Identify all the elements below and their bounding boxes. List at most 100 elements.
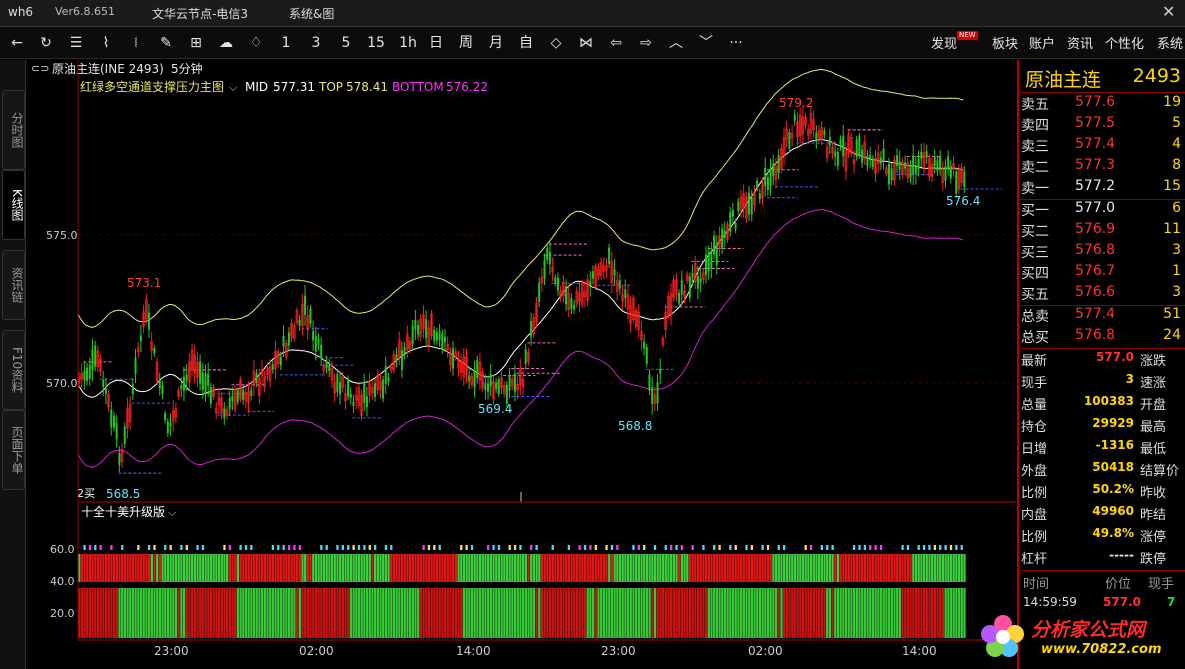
candle-body-down [917, 158, 920, 169]
draw-icon[interactable]: ✎ [156, 33, 176, 53]
main-indicator-name[interactable]: 红绿多空通道支撑压力主图 [80, 79, 224, 94]
sub-bar-upper [949, 554, 953, 582]
candle-body-down [963, 171, 966, 188]
sub-bar-upper [643, 554, 646, 582]
sub-bar-lower [433, 588, 436, 638]
period-15[interactable]: 15 [364, 33, 388, 53]
system-menu[interactable]: 系统&图 [289, 5, 334, 22]
ask-row-5[interactable]: 卖五 577.6 19 [1019, 94, 1185, 115]
candle-body-down [417, 325, 420, 335]
sub-bar-upper [524, 554, 527, 582]
sub-bar-lower [452, 588, 455, 638]
zoom-in-icon[interactable]: ◇ [546, 33, 566, 53]
sub-bar-upper [748, 554, 751, 582]
sub-bar-lower [360, 588, 363, 638]
menu-personalize[interactable]: 个性化 [1105, 33, 1144, 52]
bid-row-5[interactable]: 买五 576.6 3 [1019, 284, 1185, 305]
period-custom[interactable]: 自 [516, 33, 536, 53]
menu-news[interactable]: 资讯 [1067, 33, 1093, 52]
sub-indicator-dropdown-icon[interactable]: ⌵ [168, 506, 177, 519]
period-day[interactable]: 日 [426, 33, 446, 53]
sub-bar-lower [852, 588, 856, 638]
sub-bar-lower [180, 588, 183, 638]
stat-open-interest: 持仓 29929 最高 [1021, 416, 1167, 435]
sub-bar-lower [742, 588, 745, 638]
period-1h[interactable]: 1h [396, 33, 420, 53]
line-chart-icon[interactable]: ⌇ [96, 33, 116, 53]
bid-row-4[interactable]: 买四 576.7 1 [1019, 263, 1185, 284]
ask-row-4[interactable]: 卖四 577.5 5 [1019, 115, 1185, 136]
candle-body-down [777, 155, 780, 174]
more-icon[interactable]: ··· [726, 33, 746, 53]
chart-period[interactable]: 5分钟 [171, 61, 203, 76]
bid-row-3[interactable]: 买三 576.8 3 [1019, 242, 1185, 263]
sub-indicator-name[interactable]: 十全十美升级版 [81, 504, 165, 519]
menu-sector[interactable]: 板块 [992, 33, 1018, 52]
arrow-right-icon[interactable]: ⇨ [636, 33, 656, 53]
candle-body-down [339, 382, 342, 395]
menu-account[interactable]: 账户 [1029, 33, 1055, 52]
sub-bar-lower [704, 588, 708, 638]
menu-system[interactable]: 系统 [1157, 33, 1183, 52]
stat-outer-ratio: 比例 50.2% 昨收 [1021, 482, 1167, 501]
bid-row-1[interactable]: 买一 577.0 6 [1019, 200, 1185, 221]
bell-icon[interactable]: ♢ [246, 33, 266, 53]
grid-icon[interactable]: ⊞ [186, 33, 206, 53]
period-1[interactable]: 1 [276, 33, 296, 53]
period-week[interactable]: 周 [456, 33, 476, 53]
tab-timeshare[interactable]: 分时图 [2, 90, 25, 170]
sub-bar-lower [820, 588, 823, 638]
sub-bar-upper [863, 554, 867, 582]
candle-body-down [723, 230, 726, 238]
sub-bar-lower [80, 588, 83, 638]
sub-bar-upper [452, 554, 455, 582]
chart-link-icon: ⊂⊃ [31, 62, 49, 75]
close-icon[interactable]: ✕ [1162, 2, 1175, 21]
menu-discover[interactable]: 发现 NEW [931, 31, 978, 52]
sub-bar-lower [928, 588, 931, 638]
refresh-icon[interactable]: ↻ [36, 33, 56, 53]
period-month[interactable]: 月 [486, 33, 506, 53]
back-icon[interactable]: ← [8, 33, 26, 53]
arrow-left-icon[interactable]: ⇦ [606, 33, 626, 53]
sub-bar-upper [121, 554, 124, 582]
tab-news-chain[interactable]: 资讯链 [2, 250, 25, 320]
sub-bar-upper [363, 554, 366, 582]
candle-body-down [947, 156, 950, 170]
stat-inner: 内盘 49960 昨结 [1021, 504, 1167, 523]
period-5[interactable]: 5 [336, 33, 356, 53]
sub-bar-lower [269, 588, 272, 638]
signal-marker [390, 545, 393, 550]
sub-bar-upper [632, 554, 635, 582]
candle-body-down [395, 354, 398, 361]
indicator-dropdown-icon[interactable]: ⌵ [229, 81, 238, 94]
zoom-out-icon[interactable]: ⋈ [576, 33, 596, 53]
signal-marker [277, 545, 280, 550]
tab-order[interactable]: 页面下单 [2, 410, 25, 490]
candle-body-down [384, 366, 387, 384]
sub-bar-lower [600, 588, 603, 638]
arrow-down-icon[interactable]: ﹀ [696, 33, 716, 53]
sub-bar-upper [94, 554, 97, 582]
server-node[interactable]: 文华云节点-电信3 [152, 5, 248, 22]
tab-kline[interactable]: K线图 [2, 170, 25, 240]
sub-bar-upper [828, 554, 832, 582]
ask-row-3[interactable]: 卖三 577.4 4 [1019, 136, 1185, 157]
ask-row-2[interactable]: 卖二 577.3 8 [1019, 157, 1185, 178]
sub-bar-lower [917, 588, 920, 638]
arrow-up-icon[interactable]: ︿ [666, 33, 686, 53]
sub-bar-upper [723, 554, 727, 582]
period-3[interactable]: 3 [306, 33, 326, 53]
candle-body-down [231, 396, 234, 402]
bid-row-2[interactable]: 买二 576.9 11 [1019, 221, 1185, 242]
signal-marker [530, 545, 533, 550]
candle-body-down [696, 276, 699, 289]
kline-icon[interactable]: ⧙ [126, 33, 146, 53]
ask-row-1[interactable]: 卖一 577.2 15 [1019, 178, 1185, 199]
list-icon[interactable]: ☰ [66, 33, 86, 53]
sub-bar-lower [123, 588, 127, 638]
sub-bar-lower [347, 588, 350, 638]
kline-chart[interactable]: ⊂⊃ 原油主连(INE 2493) 5分钟 红绿多空通道支撑压力主图 ⌵ MID… [26, 60, 1016, 669]
cloud-icon[interactable]: ☁ [216, 33, 236, 53]
tab-f10[interactable]: F10资料 [2, 330, 25, 410]
